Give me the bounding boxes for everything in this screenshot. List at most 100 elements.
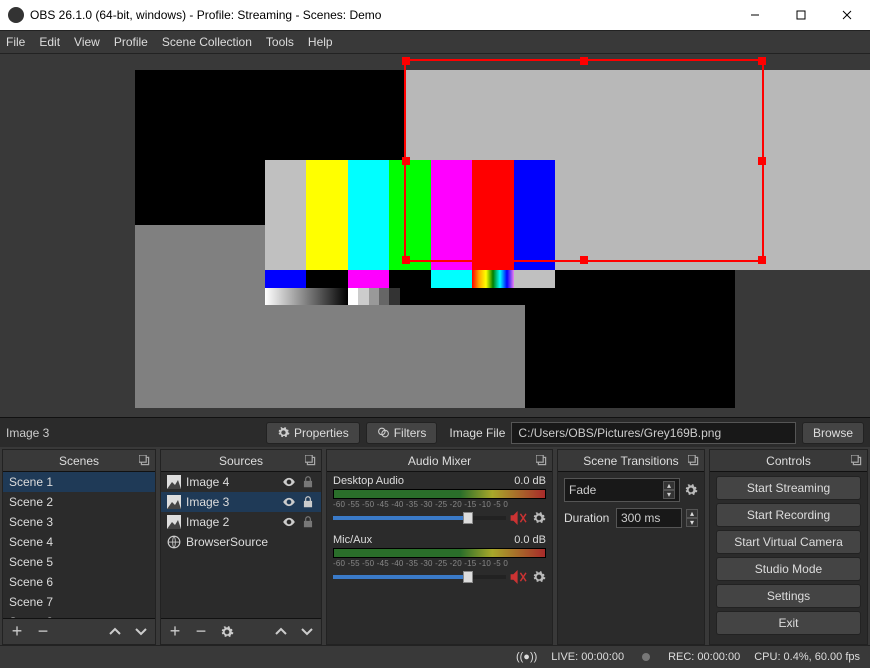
popout-icon[interactable] xyxy=(536,455,548,467)
mute-button[interactable] xyxy=(510,511,528,525)
sources-list[interactable]: Image 4 Image 3 Image 2 BrowserSource xyxy=(161,472,321,618)
preview-area[interactable] xyxy=(0,54,870,417)
duration-label: Duration xyxy=(564,511,612,525)
sources-toolbar: + − xyxy=(161,618,321,644)
visibility-toggle[interactable] xyxy=(282,475,296,489)
browse-button[interactable]: Browse xyxy=(802,422,864,444)
mixer-channel-mic: Mic/Aux0.0 dB -60 -55 -50 -45 -40 -35 -3… xyxy=(327,531,552,590)
menu-file[interactable]: File xyxy=(6,35,25,49)
source-up-button[interactable] xyxy=(271,622,291,642)
settings-button[interactable]: Settings xyxy=(716,584,861,608)
maximize-button[interactable] xyxy=(778,0,824,30)
transitions-header[interactable]: Scene Transitions xyxy=(558,450,704,472)
scene-item[interactable]: Scene 6 xyxy=(3,572,155,592)
channel-db: 0.0 dB xyxy=(514,534,546,546)
rec-status: REC: 00:00:00 xyxy=(668,651,740,663)
transition-settings-button[interactable] xyxy=(684,483,698,497)
source-item[interactable]: Image 2 xyxy=(161,512,321,532)
source-down-button[interactable] xyxy=(297,622,317,642)
source-item[interactable]: BrowserSource xyxy=(161,532,321,552)
window-title: OBS 26.1.0 (64-bit, windows) - Profile: … xyxy=(30,8,732,22)
controls-header[interactable]: Controls xyxy=(710,450,867,472)
add-source-button[interactable]: + xyxy=(165,622,185,642)
image-icon xyxy=(167,495,181,509)
popout-icon[interactable] xyxy=(851,455,863,467)
selected-source-label: Image 3 xyxy=(6,426,260,440)
cpu-status: CPU: 0.4%, 60.00 fps xyxy=(754,651,860,663)
menu-edit[interactable]: Edit xyxy=(39,35,60,49)
mixer-channel-desktop: Desktop Audio0.0 dB -60 -55 -50 -45 -40 … xyxy=(327,472,552,531)
source-item[interactable]: Image 3 xyxy=(161,492,321,512)
menu-tools[interactable]: Tools xyxy=(266,35,294,49)
chevron-up-icon xyxy=(275,626,287,638)
selection-rectangle[interactable] xyxy=(404,59,764,262)
filters-button[interactable]: Filters xyxy=(366,422,438,444)
controls-panel: Controls Start Streaming Start Recording… xyxy=(709,449,868,645)
menu-view[interactable]: View xyxy=(74,35,100,49)
scene-item[interactable]: Scene 1 xyxy=(3,472,155,492)
menu-scene-collection[interactable]: Scene Collection xyxy=(162,35,252,49)
gear-icon xyxy=(277,426,290,439)
start-recording-button[interactable]: Start Recording xyxy=(716,503,861,527)
chevron-down-icon: ▾ xyxy=(663,490,675,499)
remove-source-button[interactable]: − xyxy=(191,622,211,642)
duration-stepper[interactable]: ▴▾ xyxy=(686,509,698,527)
globe-icon xyxy=(167,535,181,549)
close-button[interactable] xyxy=(824,0,870,30)
channel-name: Desktop Audio xyxy=(333,475,404,487)
source-context-bar: Image 3 Properties Filters Image File C:… xyxy=(0,417,870,447)
popout-icon[interactable] xyxy=(688,455,700,467)
mixer-header[interactable]: Audio Mixer xyxy=(327,450,552,472)
scene-item[interactable]: Scene 7 xyxy=(3,592,155,612)
volume-slider[interactable] xyxy=(333,516,506,520)
scene-item[interactable]: Scene 5 xyxy=(3,552,155,572)
studio-mode-button[interactable]: Studio Mode xyxy=(716,557,861,581)
lock-toggle[interactable] xyxy=(301,515,315,529)
broadcast-icon: ((●)) xyxy=(516,651,537,663)
add-scene-button[interactable]: + xyxy=(7,622,27,642)
meter-ticks: -60 -55 -50 -45 -40 -35 -30 -25 -20 -15 … xyxy=(333,500,546,509)
visibility-toggle[interactable] xyxy=(282,495,296,509)
source-properties-button[interactable] xyxy=(217,622,237,642)
image-file-label: Image File xyxy=(449,426,505,440)
channel-settings-button[interactable] xyxy=(532,511,546,525)
scene-down-button[interactable] xyxy=(131,622,151,642)
app-icon xyxy=(8,7,24,23)
start-virtual-camera-button[interactable]: Start Virtual Camera xyxy=(716,530,861,554)
remove-scene-button[interactable]: − xyxy=(33,622,53,642)
meter-ticks: -60 -55 -50 -45 -40 -35 -30 -25 -20 -15 … xyxy=(333,559,546,568)
lock-toggle[interactable] xyxy=(301,495,315,509)
menu-profile[interactable]: Profile xyxy=(114,35,148,49)
controls-body: Start Streaming Start Recording Start Vi… xyxy=(710,472,867,639)
mute-button[interactable] xyxy=(510,570,528,584)
scene-item[interactable]: Scene 2 xyxy=(3,492,155,512)
popout-icon[interactable] xyxy=(305,455,317,467)
popout-icon[interactable] xyxy=(139,455,151,467)
scene-item[interactable]: Scene 4 xyxy=(3,532,155,552)
transition-select[interactable]: Fade ▴▾ xyxy=(564,478,680,502)
scene-item[interactable]: Scene 3 xyxy=(3,512,155,532)
filters-icon xyxy=(377,426,390,439)
start-streaming-button[interactable]: Start Streaming xyxy=(716,476,861,500)
visibility-toggle[interactable] xyxy=(282,515,296,529)
channel-settings-button[interactable] xyxy=(532,570,546,584)
properties-button[interactable]: Properties xyxy=(266,422,360,444)
menu-help[interactable]: Help xyxy=(308,35,333,49)
scenes-panel: Scenes Scene 1 Scene 2 Scene 3 Scene 4 S… xyxy=(2,449,156,645)
source-item[interactable]: Image 4 xyxy=(161,472,321,492)
scenes-toolbar: + − xyxy=(3,618,155,644)
transitions-body: Fade ▴▾ Duration 300 ms ▴▾ xyxy=(558,472,704,534)
volume-slider[interactable] xyxy=(333,575,506,579)
image-icon xyxy=(167,515,181,529)
image-file-input[interactable]: C:/Users/OBS/Pictures/Grey169B.png xyxy=(511,422,796,444)
scene-up-button[interactable] xyxy=(105,622,125,642)
minimize-button[interactable] xyxy=(732,0,778,30)
duration-input[interactable]: 300 ms xyxy=(616,508,682,528)
sources-header[interactable]: Sources xyxy=(161,450,321,472)
transitions-panel: Scene Transitions Fade ▴▾ Duration 300 m… xyxy=(557,449,705,645)
scenes-header[interactable]: Scenes xyxy=(3,450,155,472)
scenes-list[interactable]: Scene 1 Scene 2 Scene 3 Scene 4 Scene 5 … xyxy=(3,472,155,618)
lock-toggle[interactable] xyxy=(301,475,315,489)
status-bar: ((●)) LIVE: 00:00:00 REC: 00:00:00 CPU: … xyxy=(0,645,870,668)
exit-button[interactable]: Exit xyxy=(716,611,861,635)
